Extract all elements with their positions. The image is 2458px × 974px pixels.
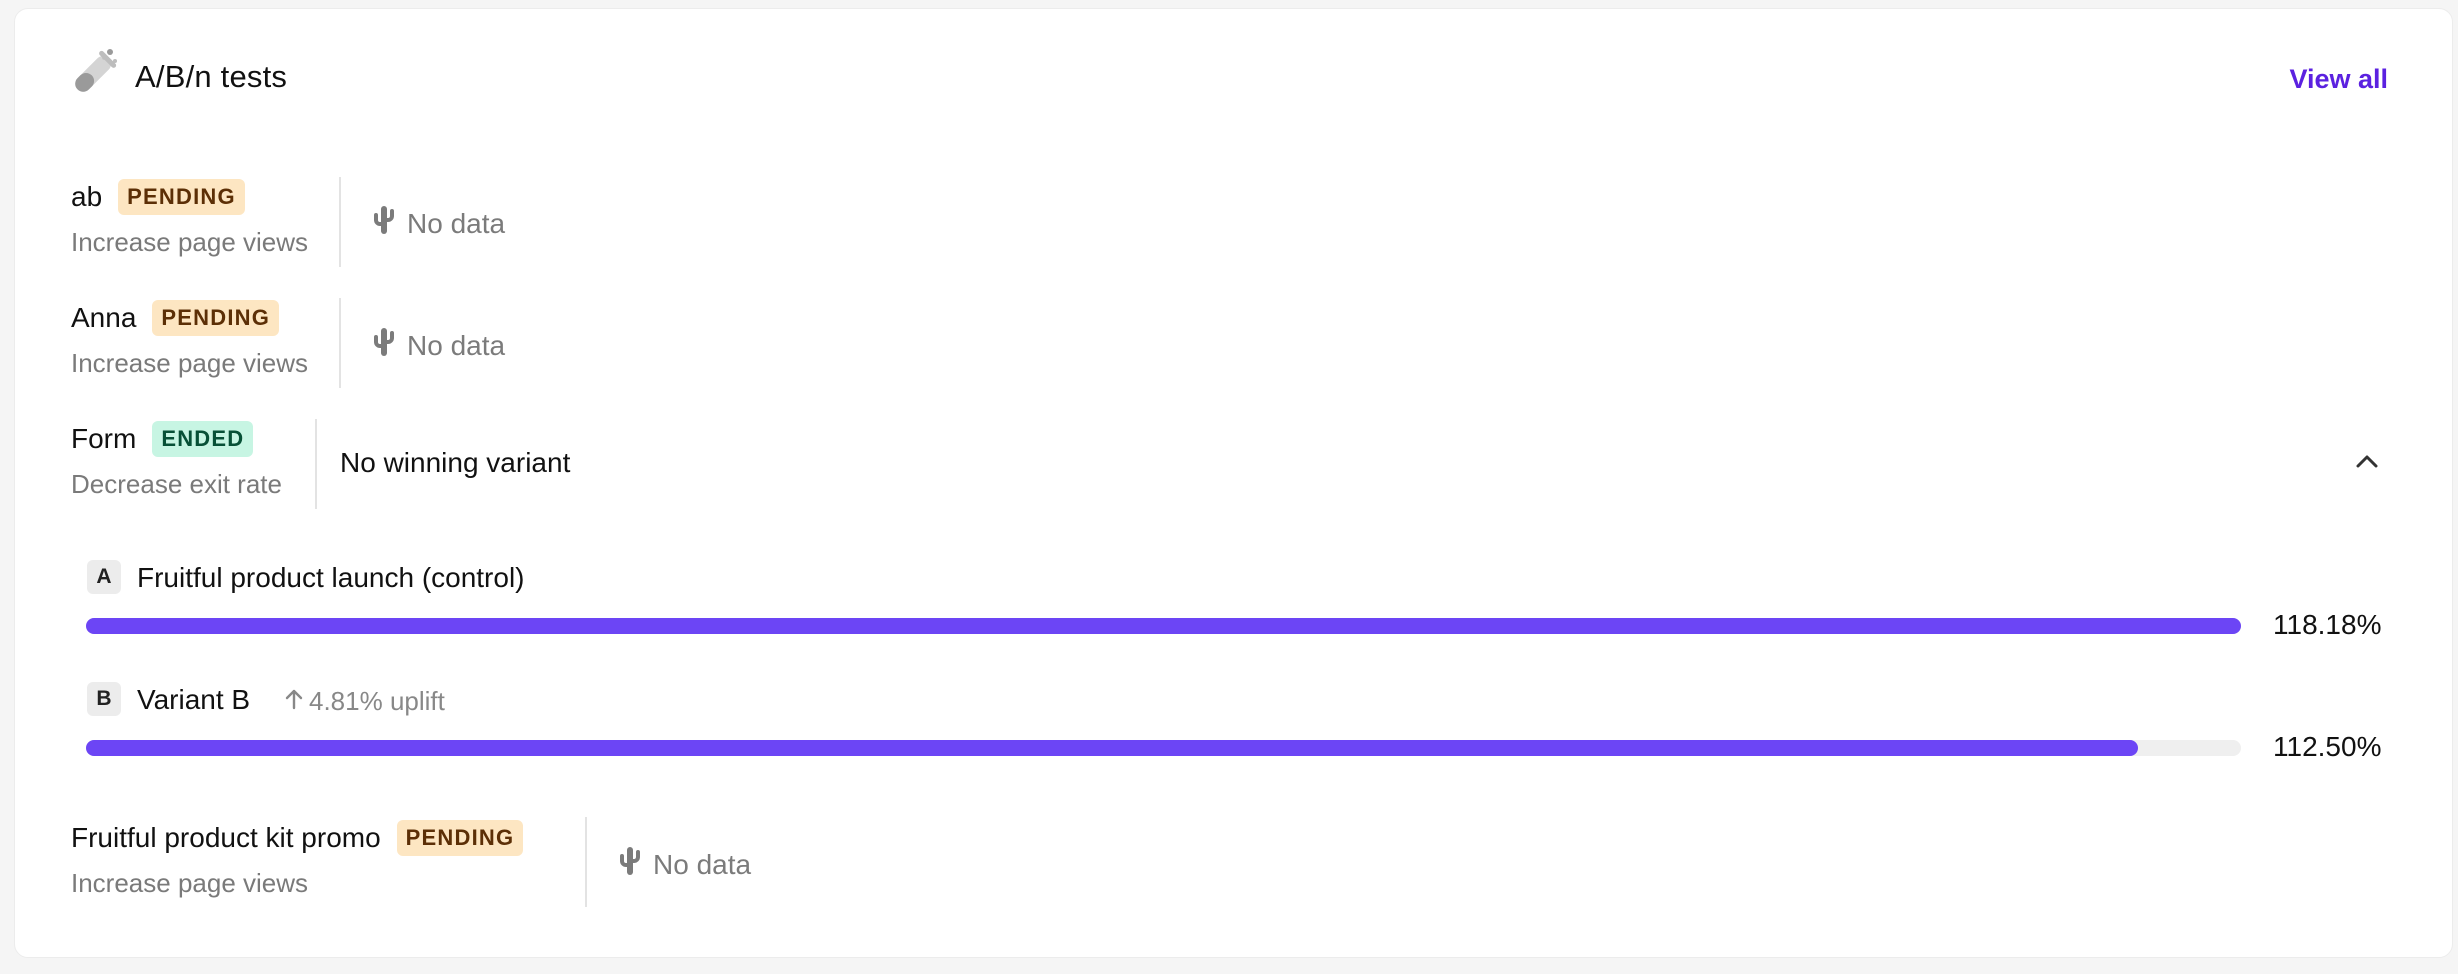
divider <box>315 419 317 509</box>
collapse-button[interactable] <box>2347 443 2387 483</box>
variant-value: 112.50% <box>2273 731 2382 762</box>
test-tube-icon <box>60 45 122 107</box>
status-badge: PENDING <box>118 179 245 215</box>
chevron-up-icon <box>2355 453 2379 474</box>
no-data-indicator: No data <box>373 327 505 364</box>
cactus-icon <box>373 327 407 364</box>
cactus-icon <box>373 205 407 242</box>
uplift-indicator: 4.81% uplift <box>285 686 445 717</box>
status-badge: PENDING <box>152 300 280 336</box>
no-data-indicator: No data <box>619 846 751 883</box>
result-text: No data <box>407 329 506 361</box>
divider <box>585 817 587 907</box>
test-row-fruitful-product-kit-promo[interactable]: Fruitful product kit promo PENDING Increa… <box>71 820 524 899</box>
test-goal: Increase page views <box>71 227 309 257</box>
test-name: Fruitful product kit promo <box>71 822 381 853</box>
test-name: Anna <box>71 302 137 333</box>
ab-tests-card: A/B/n tests View all ab PENDING Increase … <box>14 8 2453 958</box>
variant-letter-badge: B <box>87 682 121 716</box>
variant-name: Fruitful product launch (control) <box>137 562 525 593</box>
variant-bar-fill <box>86 740 2138 756</box>
result-summary: No winning variant <box>340 447 571 478</box>
no-data-indicator: No data <box>373 205 505 242</box>
divider <box>339 177 341 267</box>
variant-bar-track <box>86 740 2241 756</box>
uplift-text: 4.81% uplift <box>309 686 445 716</box>
cactus-icon <box>619 846 653 883</box>
result-text: No data <box>407 207 506 239</box>
variant-name: Variant B <box>137 684 251 715</box>
test-name: Form <box>71 423 137 454</box>
test-name: ab <box>71 181 103 212</box>
variant-letter-badge: A <box>87 560 121 594</box>
variant-bar-fill <box>86 618 2241 634</box>
variant-bar-track <box>86 618 2241 634</box>
page-title: A/B/n tests <box>135 59 288 94</box>
result-text: No data <box>653 848 752 880</box>
test-row-form[interactable]: Form ENDED Decrease exit rate <box>71 421 282 500</box>
test-goal: Increase page views <box>71 348 309 378</box>
status-badge: PENDING <box>396 820 524 856</box>
test-goal: Decrease exit rate <box>71 469 282 499</box>
status-badge: ENDED <box>152 421 254 457</box>
test-row-ab[interactable]: ab PENDING Increase page views <box>71 179 308 258</box>
variant-value: 118.18% <box>2273 609 2382 640</box>
arrow-up-icon <box>285 686 309 717</box>
view-all-link[interactable]: View all <box>2289 64 2388 95</box>
test-row-anna[interactable]: Anna PENDING Increase page views <box>71 300 308 379</box>
divider <box>339 298 341 388</box>
test-goal: Increase page views <box>71 868 309 898</box>
